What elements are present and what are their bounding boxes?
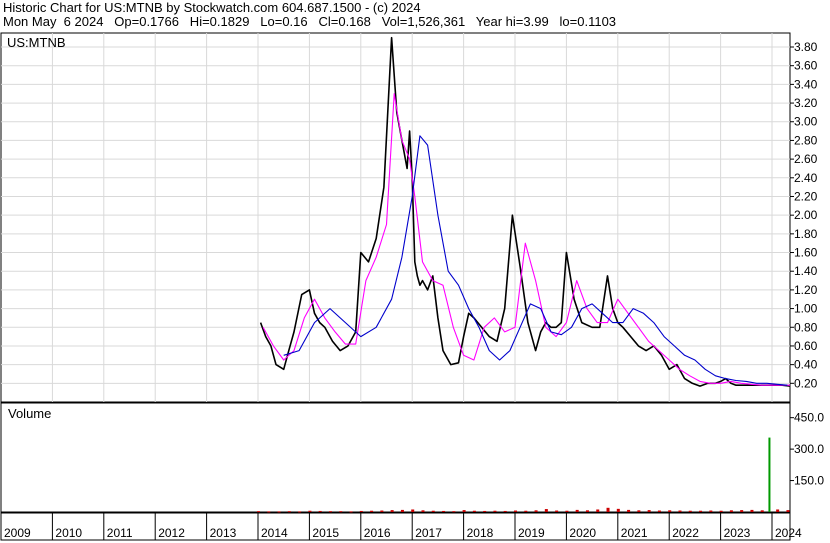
- volume-bar: [349, 511, 353, 513]
- volume-bar: [606, 507, 610, 512]
- year-label: 2016: [364, 526, 391, 540]
- volume-tick-label: 300.0: [794, 442, 824, 456]
- volume-bar: [411, 509, 415, 512]
- price-tick-label: 3.20: [794, 96, 818, 110]
- volume-bar: [257, 511, 261, 513]
- volume-bar: [544, 509, 548, 512]
- volume-bar: [729, 510, 733, 512]
- volume-bar: [668, 510, 672, 512]
- volume-bar: [524, 510, 528, 512]
- year-label: 2021: [621, 526, 648, 540]
- volume-bar: [328, 511, 332, 513]
- volume-bar: [699, 510, 703, 512]
- volume-bar: [647, 510, 651, 512]
- volume-bar: [493, 510, 497, 512]
- volume-bar: [390, 510, 394, 512]
- year-label: 2012: [158, 526, 185, 540]
- volume-bar: [308, 510, 312, 512]
- price-tick-label: 3.40: [794, 77, 818, 91]
- price-axis: 3.80 3.60 3.40 3.20 3.00 2.80 2.60 2.40 2.20 2.00…: [790, 40, 818, 390]
- stock-chart: 3.80 3.60 3.40 3.20 3.00 2.80 2.60 2.40 2.20 2.00…: [0, 32, 824, 541]
- year-label: 2022: [672, 526, 699, 540]
- price-tick-label: 1.20: [794, 283, 818, 297]
- year-label: 2024: [775, 526, 802, 540]
- year-label: 2015: [312, 526, 339, 540]
- price-tick-label: 2.20: [794, 189, 818, 203]
- year-label: 2011: [107, 526, 133, 540]
- volume-frame: [0, 402, 791, 513]
- volume-bar: [709, 510, 713, 512]
- price-tick-label: 2.80: [794, 133, 818, 147]
- volume-bar: [740, 510, 744, 512]
- volume-bar: [503, 510, 507, 512]
- year-label: 2020: [569, 526, 596, 540]
- volume-bar: [719, 510, 723, 512]
- volume-bar: [786, 510, 790, 512]
- volume-bar: [400, 509, 404, 512]
- volume-bar: [462, 510, 466, 512]
- price-tick-label: 0.20: [794, 376, 818, 390]
- volume-axis: 450.0 300.0 150.0: [790, 411, 824, 488]
- volume-bar: [298, 511, 302, 513]
- price-tick-label: 0.80: [794, 320, 818, 334]
- volume-bar: [688, 510, 692, 512]
- price-tick-label: 2.40: [794, 171, 818, 185]
- volume-bar: [555, 510, 559, 512]
- year-label: 2014: [261, 526, 288, 540]
- price-tick-label: 1.60: [794, 246, 818, 260]
- volume-tick-label: 150.0: [794, 474, 824, 488]
- year-label: 2017: [415, 526, 442, 540]
- volume-bar: [452, 511, 456, 513]
- volume-bar: [657, 510, 661, 512]
- price-tick-label: 0.40: [794, 358, 818, 372]
- volume-bar: [442, 510, 446, 512]
- year-label: 2009: [4, 526, 31, 540]
- price-tick-label: 3.60: [794, 59, 818, 73]
- volume-bar: [565, 510, 569, 512]
- volume-bar: [637, 510, 641, 512]
- volume-bar: [627, 509, 631, 512]
- volume-bar: [318, 510, 322, 512]
- volume-bar: [575, 509, 579, 512]
- volume-bar: [472, 510, 476, 512]
- volume-bar: [514, 510, 518, 512]
- volume-bar: [585, 510, 589, 512]
- volume-bar: [678, 510, 682, 512]
- volume-bar: [370, 510, 374, 512]
- year-label: 2018: [467, 526, 494, 540]
- volume-bar: [431, 510, 435, 512]
- volume-bar: [421, 510, 425, 512]
- volume-bar: [750, 509, 754, 512]
- price-tick-label: 0.60: [794, 339, 818, 353]
- price-panel-title: US:MTNB: [7, 35, 66, 50]
- volume-bar: [776, 509, 780, 512]
- volume-bar: [768, 437, 771, 512]
- volume-bar: [596, 509, 600, 512]
- volume-bar: [359, 510, 363, 512]
- volume-bar: [616, 508, 620, 512]
- price-tick-label: 3.00: [794, 115, 818, 129]
- year-label: 2019: [518, 526, 545, 540]
- year-label: 2013: [210, 526, 237, 540]
- price-tick-label: 1.40: [794, 264, 818, 278]
- volume-bar: [483, 510, 487, 512]
- price-tick-label: 3.80: [794, 40, 818, 54]
- price-tick-label: 2.60: [794, 152, 818, 166]
- volume-tick-label: 450.0: [794, 411, 824, 425]
- price-tick-label: 1.80: [794, 227, 818, 241]
- volume-panel: [0, 402, 791, 541]
- volume-bar: [287, 511, 291, 513]
- price-tick-label: 1.00: [794, 302, 818, 316]
- volume-panel-title: Volume: [8, 406, 51, 421]
- volume-bar: [380, 510, 384, 512]
- volume-bar: [267, 511, 271, 513]
- volume-bar: [534, 510, 538, 512]
- price-tick-label: 2.00: [794, 208, 818, 222]
- volume-bar: [760, 510, 764, 512]
- volume-bar: [277, 511, 281, 513]
- year-label: 2023: [724, 526, 751, 540]
- volume-bar: [339, 511, 343, 513]
- year-label: 2010: [55, 526, 82, 540]
